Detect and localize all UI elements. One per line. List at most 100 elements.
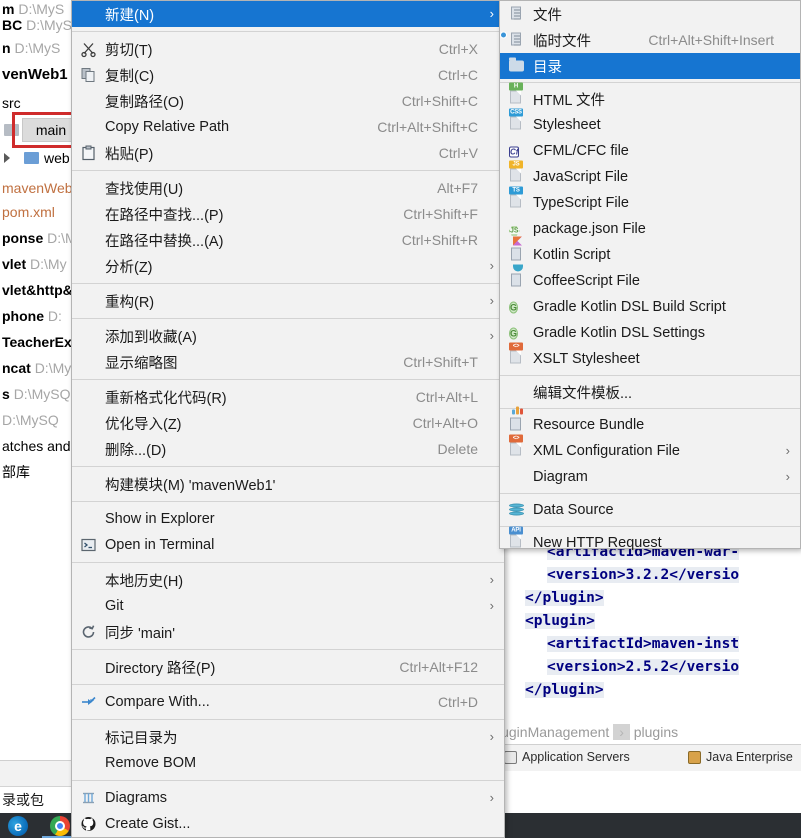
menu-item-copy-path[interactable]: 复制路径(O) Ctrl+Shift+C (72, 88, 504, 114)
submenu-item-cfml-file[interactable]: Cf CFML/CFC file (500, 138, 800, 164)
tool-window-label: Application Servers (522, 750, 630, 764)
menu-item-copy-relative-path[interactable]: Copy Relative Path Ctrl+Alt+Shift+C (72, 114, 504, 140)
tree-row[interactable]: venWeb1 (0, 62, 68, 88)
tool-window-bar[interactable]: Application Servers Java Enterprise (498, 744, 801, 771)
menu-item-build-module[interactable]: 构建模块(M) 'mavenWeb1' (72, 471, 504, 497)
submenu-item-stylesheet[interactable]: CSS Stylesheet (500, 108, 800, 138)
menu-item-show-thumbnails[interactable]: 显示缩略图 Ctrl+Shift+T (72, 349, 504, 375)
menu-item-directory-path[interactable]: Directory 路径(P) Ctrl+Alt+F12 (72, 654, 504, 680)
xslt-file-icon: <> (508, 342, 525, 368)
menu-item-label: 删除...(D) (105, 442, 167, 459)
menu-item-label: 重新格式化代码(R) (105, 390, 227, 407)
menu-item-mark-directory-as[interactable]: 标记目录为 › (72, 724, 504, 750)
tree-row[interactable]: mavenWeb (0, 175, 73, 201)
submenu-item-gradle-kotlin-dsl-build-script[interactable]: G Gradle Kotlin DSL Build Script (500, 294, 800, 320)
new-submenu[interactable]: 文件 临时文件 Ctrl+Alt+Shift+Insert 目录 H HTML … (499, 0, 801, 551)
menu-item-find-usages[interactable]: 查找使用(U) Alt+F7 (72, 175, 504, 201)
editor-pane[interactable]: <artifactId>maven-war- <version>3.2.2</v… (505, 540, 801, 723)
menu-item-new[interactable]: 新建(N) › (72, 1, 504, 27)
kotlin-script-icon (508, 236, 525, 264)
chrome-icon[interactable] (50, 816, 70, 836)
menu-item-git[interactable]: Git › (72, 593, 504, 619)
menu-separator (72, 318, 504, 319)
tool-window-application-servers[interactable]: Application Servers (504, 750, 630, 764)
tree-node-label: phone (2, 308, 44, 324)
menu-item-reformat-code[interactable]: 重新格式化代码(R) Ctrl+Alt+L (72, 384, 504, 410)
edge-icon[interactable]: e (8, 816, 28, 836)
menu-item-label: CFML/CFC file (533, 143, 629, 159)
menu-item-synchronize[interactable]: 同步 'main' (72, 619, 504, 645)
menu-item-find-in-path[interactable]: 在路径中查找...(P) Ctrl+Shift+F (72, 201, 504, 227)
breadcrumb-item[interactable]: luginManagement (498, 724, 609, 740)
menu-item-refactor[interactable]: 重构(R) › (72, 288, 504, 314)
menu-item-label: Directory 路径(P) (105, 660, 216, 677)
menu-item-remove-bom[interactable]: Remove BOM (72, 750, 504, 776)
submenu-item-coffeescript-file[interactable]: CoffeeScript File (500, 264, 800, 294)
tool-window-java-enterprise[interactable]: Java Enterprise (688, 750, 793, 764)
data-source-icon (508, 502, 525, 519)
submenu-item-typescript-file[interactable]: TS TypeScript File (500, 186, 800, 216)
tree-row[interactable]: D:\MySQ (0, 407, 59, 433)
menu-separator (72, 379, 504, 380)
code-line: <plugin> (525, 613, 595, 629)
submenu-item-xslt-stylesheet[interactable]: <> XSLT Stylesheet (500, 342, 800, 372)
chevron-right-icon: › (785, 443, 790, 458)
tree-row[interactable]: pom.xml (0, 199, 55, 225)
edge-icon-glyph: e (14, 818, 22, 834)
tree-row[interactable]: vlet&http& (0, 277, 73, 303)
menu-item-create-gist[interactable]: Create Gist... (72, 811, 504, 837)
submenu-item-new-http-request[interactable]: API New HTTP Request (500, 526, 800, 556)
menu-separator (500, 493, 800, 494)
submenu-item-gradle-kotlin-dsl-settings[interactable]: G Gradle Kotlin DSL Settings (500, 320, 800, 346)
tree-node-label: ncat (2, 360, 31, 376)
menu-separator (72, 719, 504, 720)
submenu-item-kotlin-script[interactable]: Kotlin Script (500, 236, 800, 268)
submenu-item-package-json-file[interactable]: JS package.json File (500, 216, 800, 242)
menu-item-diagrams[interactable]: Diagrams › (72, 785, 504, 811)
breadcrumb-item[interactable]: plugins (634, 724, 678, 740)
tree-row[interactable]: atches and (0, 433, 71, 459)
submenu-item-file[interactable]: 文件 (500, 1, 800, 27)
submenu-item-scratch-file[interactable]: 临时文件 Ctrl+Alt+Shift+Insert (500, 27, 800, 53)
menu-item-cut[interactable]: 剪切(T) Ctrl+X (72, 36, 504, 62)
submenu-item-html-file[interactable]: H HTML 文件 (500, 82, 800, 112)
menu-item-add-to-favorites[interactable]: 添加到收藏(A) › (72, 323, 504, 349)
editor-blank-area (498, 771, 801, 813)
tree-row[interactable]: web (0, 145, 70, 171)
tree-row[interactable]: TeacherEx (0, 329, 72, 355)
tree-row[interactable]: phone D: (0, 303, 62, 329)
menu-item-label: Gradle Kotlin DSL Settings (533, 325, 705, 341)
menu-item-optimize-imports[interactable]: 优化导入(Z) Ctrl+Alt+O (72, 410, 504, 436)
menu-separator (72, 501, 504, 502)
submenu-item-javascript-file[interactable]: JS JavaScript File (500, 160, 800, 190)
menu-item-local-history[interactable]: 本地历史(H) › (72, 567, 504, 593)
submenu-item-xml-configuration-file[interactable]: <> XML Configuration File › (500, 434, 800, 464)
menu-item-compare-with[interactable]: Compare With... Ctrl+D (72, 689, 504, 715)
tree-row[interactable]: vlet D:\My (0, 251, 67, 277)
submenu-item-directory[interactable]: 目录 (500, 53, 800, 79)
menu-item-paste[interactable]: 粘贴(P) Ctrl+V (72, 140, 504, 166)
tree-row[interactable]: ncat D:\My (0, 355, 71, 381)
context-menu[interactable]: 新建(N) › 剪切(T) Ctrl+X 复制(C) Ctrl+C 复制路径(O… (71, 0, 505, 838)
breadcrumb[interactable]: luginManagement › plugins (498, 720, 801, 744)
menu-item-replace-in-path[interactable]: 在路径中替换...(A) Ctrl+Shift+R (72, 227, 504, 253)
menu-item-label: 分析(Z) (105, 259, 153, 276)
javascript-file-icon: JS (508, 160, 525, 186)
tree-row[interactable]: ponse D:\M (0, 225, 77, 251)
submenu-item-resource-bundle[interactable]: Resource Bundle (500, 406, 800, 438)
menu-item-copy[interactable]: 复制(C) Ctrl+C (72, 62, 504, 88)
menu-item-label: CoffeeScript File (533, 273, 640, 289)
tree-row[interactable]: 部库 (0, 459, 30, 485)
tree-node-label: n (2, 40, 11, 56)
menu-item-analyze[interactable]: 分析(Z) › (72, 253, 504, 279)
submenu-item-data-source[interactable]: Data Source (500, 497, 800, 523)
tree-row[interactable]: s D:\MySQ (0, 381, 70, 407)
submenu-item-edit-file-templates[interactable]: 编辑文件模板... (500, 379, 800, 405)
menu-item-open-in-terminal[interactable]: Open in Terminal (72, 532, 504, 558)
tree-row[interactable]: n D:\MyS (0, 35, 60, 61)
menu-item-delete[interactable]: 删除...(D) Delete (72, 436, 504, 462)
menu-item-label: 粘贴(P) (105, 146, 154, 163)
menu-item-show-in-explorer[interactable]: Show in Explorer (72, 506, 504, 532)
submenu-item-diagram[interactable]: Diagram › (500, 464, 800, 490)
tree-node-label: vlet&http& (2, 282, 73, 298)
